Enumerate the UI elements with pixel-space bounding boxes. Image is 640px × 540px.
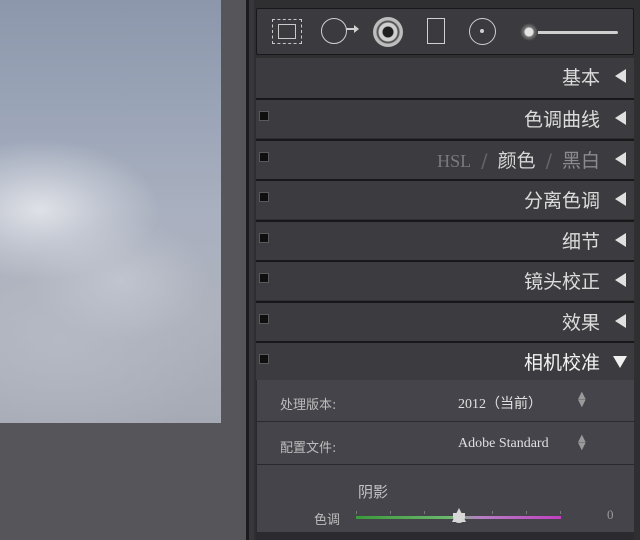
shadows-heading: 阴影 — [358, 483, 389, 501]
panel-title: 分离色调 — [523, 190, 600, 212]
collapse-triangle-icon[interactable] — [615, 111, 626, 125]
photo-sky-image — [0, 0, 221, 423]
panel-basic[interactable]: 基本 — [256, 58, 634, 98]
panel-bottom-edge — [256, 532, 634, 540]
panel-toggle-switch[interactable] — [259, 152, 269, 162]
panel-toggle-switch[interactable] — [259, 111, 269, 121]
collapse-triangle-icon[interactable] — [615, 273, 626, 287]
tab-hsl[interactable]: HSL — [437, 151, 471, 171]
collapse-triangle-icon[interactable] — [615, 69, 626, 83]
tool-strip — [256, 8, 634, 55]
tab-bw[interactable]: 黑白 — [562, 150, 600, 172]
panel-toggle-switch[interactable] — [259, 354, 269, 364]
collapse-triangle-icon[interactable] — [615, 192, 626, 206]
panel-toggle-switch[interactable] — [259, 233, 269, 243]
process-version-select[interactable]: 2012（当前） — [458, 393, 542, 413]
adjustment-brush-icon[interactable] — [520, 22, 620, 42]
graduated-filter-icon[interactable] — [427, 18, 445, 44]
crop-overlay-icon[interactable] — [272, 19, 302, 44]
panel-title: 色调曲线 — [523, 109, 600, 131]
tint-value[interactable]: 0 — [607, 507, 614, 523]
profile-label: 配置文件: — [280, 441, 337, 456]
select-arrows-icon[interactable]: ▲ ▼ — [578, 434, 586, 452]
tint-label: 色调 — [314, 513, 341, 528]
panel-hsl-color-bw[interactable]: HSL / 颜色 / 黑白 — [256, 139, 634, 179]
profile-select[interactable]: Adobe Standard — [458, 436, 549, 452]
red-eye-icon[interactable] — [373, 17, 403, 47]
panel-toggle-switch[interactable] — [259, 192, 269, 202]
panel-lens-corrections[interactable]: 镜头校正 — [256, 260, 634, 300]
camera-calibration-body: 处理版本: 2012（当前） ▲ ▼ 配置文件: Adobe Standard ▲… — [256, 380, 635, 540]
tab-separator: / — [481, 150, 488, 172]
panel-title: 细节 — [561, 231, 600, 253]
panel-toggle-switch[interactable] — [259, 314, 269, 324]
collapse-triangle-icon[interactable] — [615, 314, 626, 328]
expand-triangle-icon[interactable] — [613, 356, 627, 368]
process-version-label: 处理版本: — [280, 398, 337, 413]
radial-filter-icon[interactable] — [469, 18, 496, 45]
collapse-triangle-icon[interactable] — [615, 152, 626, 166]
photo-preview-area — [0, 0, 246, 540]
panel-split-toning[interactable]: 分离色调 — [256, 179, 634, 219]
tab-color[interactable]: 颜色 — [498, 150, 536, 172]
panel-camera-calibration[interactable]: 相机校准 — [256, 341, 634, 381]
panel-toggle-switch[interactable] — [259, 273, 269, 283]
panel-title: 基本 — [561, 67, 600, 89]
panel-title: 镜头校正 — [523, 271, 600, 293]
collapse-triangle-icon[interactable] — [615, 233, 626, 247]
panel-effects[interactable]: 效果 — [256, 301, 634, 341]
panel-title: 相机校准 — [523, 352, 600, 374]
select-arrows-icon[interactable]: ▲ ▼ — [578, 391, 586, 409]
tint-slider-thumb[interactable] — [452, 508, 466, 523]
panel-title: 效果 — [561, 312, 600, 334]
process-version-row[interactable]: 处理版本: 2012（当前） ▲ ▼ — [257, 380, 635, 422]
panel-tone-curve[interactable]: 色调曲线 — [256, 98, 634, 138]
panel-detail[interactable]: 细节 — [256, 220, 634, 260]
panel-title: HSL / 颜色 / 黑白 — [437, 146, 600, 173]
profile-row[interactable]: 配置文件: Adobe Standard ▲ ▼ — [257, 423, 635, 465]
spot-removal-icon[interactable] — [321, 18, 359, 44]
tab-separator: / — [545, 150, 552, 172]
panel-edge — [249, 0, 254, 540]
